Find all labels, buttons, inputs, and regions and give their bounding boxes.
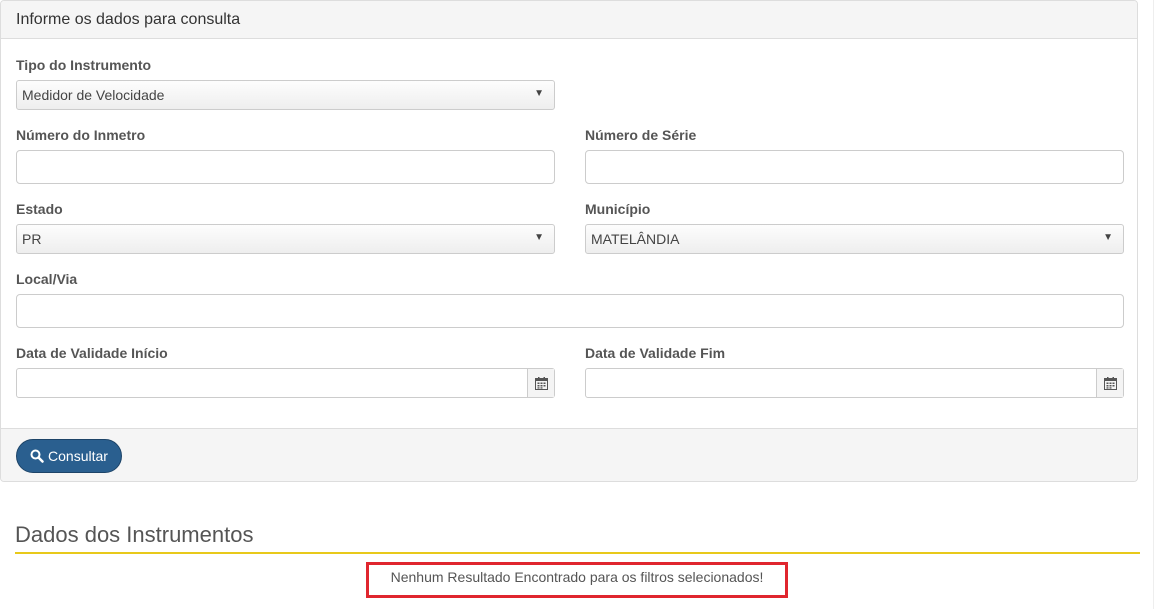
tipo-instrumento-label: Tipo do Instrumento	[16, 57, 152, 73]
data-inicio-label: Data de Validade Início	[16, 345, 168, 361]
estado-label: Estado	[16, 201, 63, 217]
data-inicio-group	[16, 368, 555, 398]
no-results-message: Nenhum Resultado Encontrado para os filt…	[366, 562, 788, 598]
data-inicio-calendar-button[interactable]	[527, 369, 554, 397]
data-fim-input[interactable]	[586, 369, 1096, 397]
caret-down-icon: ▼	[534, 88, 544, 99]
consultar-label: Consultar	[48, 448, 108, 464]
results-title: Dados dos Instrumentos	[15, 522, 254, 547]
data-fim-calendar-button[interactable]	[1096, 369, 1123, 397]
municipio-label: Município	[585, 201, 651, 217]
tipo-instrumento-select[interactable]: Medidor de Velocidade ▼	[16, 80, 555, 110]
municipio-value: MATELÂNDIA	[591, 231, 680, 247]
numero-serie-input[interactable]	[585, 150, 1124, 184]
search-icon	[30, 449, 44, 463]
calendar-icon	[534, 376, 548, 390]
data-fim-group	[585, 368, 1124, 398]
municipio-select[interactable]: MATELÂNDIA ▼	[585, 224, 1124, 254]
panel-footer: Consultar	[1, 428, 1137, 481]
page-scrollbar[interactable]	[1153, 0, 1163, 609]
estado-select[interactable]: PR ▼	[16, 224, 555, 254]
caret-down-icon: ▼	[1103, 232, 1113, 243]
numero-inmetro-input[interactable]	[16, 150, 555, 184]
consulta-panel: Informe os dados para consulta Tipo do I…	[0, 0, 1138, 482]
calendar-icon	[1103, 376, 1117, 390]
consultar-button[interactable]: Consultar	[16, 439, 122, 473]
numero-inmetro-label: Número do Inmetro	[16, 127, 146, 143]
results-divider	[15, 552, 1140, 554]
data-inicio-input[interactable]	[17, 369, 527, 397]
local-via-input[interactable]	[16, 294, 1124, 328]
tipo-instrumento-value: Medidor de Velocidade	[22, 87, 165, 103]
data-fim-label: Data de Validade Fim	[585, 345, 726, 361]
panel-heading: Informe os dados para consulta	[1, 1, 1137, 39]
local-via-label: Local/Via	[16, 271, 78, 287]
numero-serie-label: Número de Série	[585, 127, 697, 143]
estado-value: PR	[22, 231, 42, 247]
caret-down-icon: ▼	[534, 232, 544, 243]
